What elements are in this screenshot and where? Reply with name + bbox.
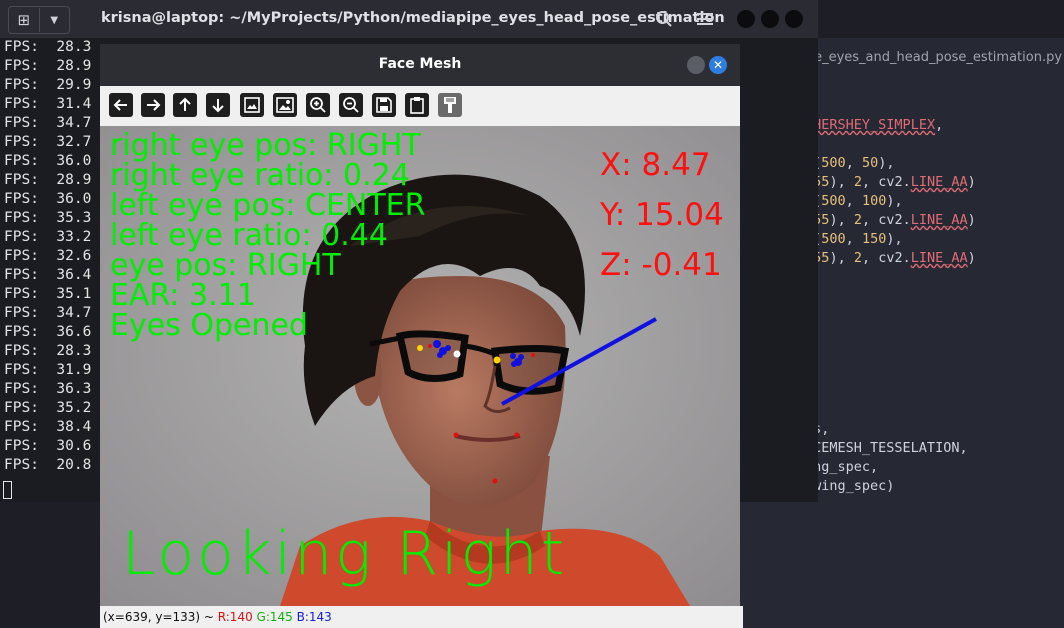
image-properties-button[interactable] bbox=[273, 93, 297, 117]
properties-button[interactable] bbox=[438, 93, 462, 117]
terminal-line: FPS: 35.3 bbox=[4, 210, 92, 226]
cursor-coordinates: (x=639, y=133) ~ bbox=[103, 610, 218, 624]
arrow-left-icon bbox=[113, 99, 127, 111]
terminal-line: FPS: 36.0 bbox=[4, 153, 92, 169]
maximize-button[interactable] bbox=[761, 10, 779, 28]
zoom-in-button[interactable] bbox=[306, 93, 330, 117]
terminal-line: FPS: 28.3 bbox=[4, 39, 92, 55]
terminal-line: FPS: 35.2 bbox=[4, 400, 92, 416]
window-title: Face Mesh bbox=[378, 56, 462, 72]
pan-up-button[interactable] bbox=[173, 93, 197, 117]
red-value: R:140 bbox=[217, 610, 253, 624]
hamburger-icon bbox=[697, 13, 713, 25]
image-properties-icon bbox=[276, 97, 294, 113]
terminal-line: FPS: 32.7 bbox=[4, 134, 92, 150]
camera-frame[interactable]: right eye pos: RIGHT right eye ratio: 0.… bbox=[100, 126, 740, 606]
new-tab-icon: ⊞ bbox=[9, 8, 40, 32]
terminal-line: FPS: 20.8 bbox=[4, 457, 92, 473]
new-tab-button[interactable]: ⊞ ▼ bbox=[8, 6, 70, 34]
zoom-out-button[interactable] bbox=[339, 93, 363, 117]
save-icon bbox=[376, 97, 392, 113]
terminal-line: FPS: 38.4 bbox=[4, 419, 92, 435]
green-value: G:145 bbox=[256, 610, 293, 624]
minimize-button[interactable] bbox=[737, 10, 755, 28]
terminal-header: ⊞ ▼ krisna@laptop: ~/MyProjects/Python/m… bbox=[0, 0, 818, 38]
right-eye-pos-label: right eye pos: RIGHT bbox=[110, 128, 421, 163]
pan-right-button[interactable] bbox=[141, 93, 165, 117]
terminal-line: FPS: 35.1 bbox=[4, 286, 92, 302]
copy-clipboard-button[interactable] bbox=[405, 93, 429, 117]
terminal-line: FPS: 36.0 bbox=[4, 191, 92, 207]
gaze-direction-label: Looking Right bbox=[122, 519, 568, 589]
editor-tab-label: apipe_eyes_and_head_pose_estimation.py bbox=[786, 50, 1063, 65]
close-icon: ✕ bbox=[712, 58, 724, 72]
menu-button[interactable] bbox=[693, 6, 717, 32]
arrow-up-icon bbox=[179, 97, 191, 111]
zoom-out-icon bbox=[343, 97, 359, 113]
zoom-in-icon bbox=[310, 97, 326, 113]
arrow-down-icon bbox=[212, 99, 224, 113]
terminal-line: FPS: 34.7 bbox=[4, 305, 92, 321]
image-icon bbox=[244, 97, 260, 113]
face-mesh-header: Face Mesh ✕ bbox=[100, 44, 740, 86]
arrow-right-icon bbox=[147, 99, 161, 111]
face-mesh-window: Face Mesh ✕ right eye pos: RIGHT right e… bbox=[100, 44, 743, 628]
pan-left-button[interactable] bbox=[109, 93, 133, 117]
terminal-line: FPS: 34.7 bbox=[4, 115, 92, 131]
clipboard-icon bbox=[410, 97, 424, 114]
z-rotation-label: Z: -0.41 bbox=[600, 247, 722, 283]
search-button[interactable] bbox=[652, 6, 676, 32]
zoom-fit-button[interactable] bbox=[240, 93, 264, 117]
search-icon bbox=[656, 11, 672, 27]
left-eye-ratio-label: left eye ratio: 0.44 bbox=[110, 218, 388, 253]
terminal-line: FPS: 28.3 bbox=[4, 343, 92, 359]
right-eye-ratio-label: right eye ratio: 0.24 bbox=[110, 158, 410, 193]
ear-label: EAR: 3.11 bbox=[110, 278, 256, 313]
eye-pos-label: eye pos: RIGHT bbox=[110, 248, 341, 283]
terminal-line: FPS: 28.9 bbox=[4, 172, 92, 188]
terminal-line: FPS: 31.4 bbox=[4, 96, 92, 112]
terminal-line: FPS: 36.3 bbox=[4, 381, 92, 397]
terminal-line: FPS: 30.6 bbox=[4, 438, 92, 454]
save-button[interactable] bbox=[372, 93, 396, 117]
blue-value: B:143 bbox=[296, 610, 332, 624]
minimize-button[interactable] bbox=[687, 56, 705, 74]
status-bar: (x=639, y=133) ~ R:140 G:145 B:143 bbox=[100, 606, 743, 628]
toolbar bbox=[100, 86, 740, 126]
terminal-line: FPS: 29.9 bbox=[4, 77, 92, 93]
terminal-title: krisna@laptop: ~/MyProjects/Python/media… bbox=[101, 10, 725, 26]
close-button[interactable] bbox=[785, 10, 803, 28]
dropdown-icon: ▼ bbox=[50, 14, 59, 26]
left-eye-pos-label: left eye pos: CENTER bbox=[110, 188, 426, 223]
eyes-state-label: Eyes Opened bbox=[110, 308, 308, 343]
y-rotation-label: Y: 15.04 bbox=[600, 197, 724, 233]
terminal-line: FPS: 33.2 bbox=[4, 229, 92, 245]
terminal-line: FPS: 32.6 bbox=[4, 248, 92, 264]
terminal-line: FPS: 28.9 bbox=[4, 58, 92, 74]
terminal-line: FPS: 31.9 bbox=[4, 362, 92, 378]
terminal-line: FPS: 36.6 bbox=[4, 324, 92, 340]
terminal-line: FPS: 36.4 bbox=[4, 267, 92, 283]
properties-icon bbox=[444, 97, 456, 113]
close-button[interactable]: ✕ bbox=[709, 56, 727, 74]
x-rotation-label: X: 8.47 bbox=[600, 147, 711, 183]
pan-down-button[interactable] bbox=[206, 93, 230, 117]
terminal-cursor bbox=[3, 481, 12, 499]
